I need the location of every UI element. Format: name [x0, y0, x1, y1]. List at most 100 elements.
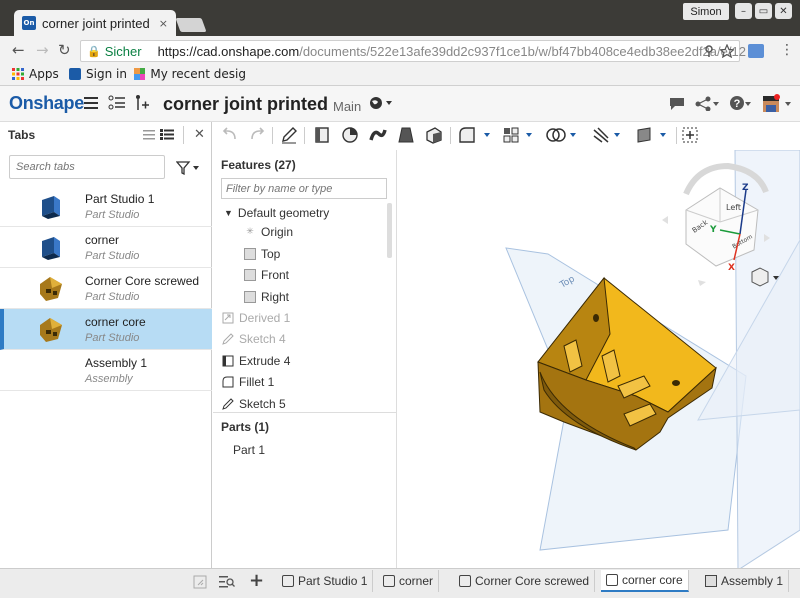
browser-profile-chip[interactable]: Simon	[683, 3, 729, 20]
feature-origin[interactable]: ✳ Origin	[244, 225, 293, 239]
comment-icon[interactable]	[668, 96, 686, 111]
panel-resize-icon[interactable]	[193, 575, 207, 589]
default-geometry-label: Default geometry	[237, 206, 330, 220]
key-icon[interactable]	[703, 45, 715, 57]
share-icon[interactable]	[695, 96, 721, 111]
address-bar[interactable]: 🔒 Sicher https://cad.onshape.com /docume…	[80, 40, 746, 62]
sketch-pencil-icon[interactable]	[280, 126, 298, 144]
tab-name: Assembly 1	[85, 356, 148, 370]
user-avatar[interactable]	[761, 94, 795, 114]
feature-extrude-4[interactable]: Extrude 4	[222, 354, 290, 368]
bottom-tab-assembly-1[interactable]: Assembly 1	[700, 570, 790, 592]
close-panel-icon[interactable]: ✕	[194, 127, 205, 142]
bottom-tab-corner-core-screwed[interactable]: Corner Core screwed	[454, 570, 596, 592]
undo-icon[interactable]	[221, 126, 239, 144]
new-tab-button[interactable]	[175, 18, 207, 32]
default-geometry-toggle[interactable]: ▼ Default geometry	[224, 206, 329, 220]
hamburger-menu-icon[interactable]	[84, 97, 98, 109]
tab-part-studio-1[interactable]: Part Studio 1 Part Studio	[0, 186, 212, 227]
extrude-icon[interactable]	[313, 126, 331, 144]
bookmark-sign-in-label: Sign in	[86, 67, 127, 81]
origin-icon: ✳	[246, 226, 254, 236]
part-hole	[593, 314, 599, 322]
branch-label[interactable]: Main	[333, 99, 361, 114]
tab-corner-core-screwed[interactable]: Corner Core screwed Part Studio	[0, 268, 212, 309]
view-cube-face-left[interactable]: Left	[726, 203, 741, 212]
pattern-icon[interactable]	[502, 126, 536, 144]
star-icon[interactable]	[720, 44, 734, 58]
feature-fillet-1[interactable]: Fillet 1	[222, 375, 274, 389]
close-window-icon[interactable]: ✕	[775, 3, 792, 19]
revolve-icon[interactable]	[341, 126, 359, 144]
bottom-tab-corner-core[interactable]: corner core	[601, 570, 689, 592]
extrude-icon	[222, 355, 234, 367]
feature-sketch-4[interactable]: Sketch 4	[222, 332, 286, 346]
rotate-left-arrow-icon[interactable]	[662, 216, 668, 224]
extension-icon[interactable]	[748, 44, 764, 58]
part-studio-icon	[459, 575, 471, 587]
feature-list-icon[interactable]	[108, 95, 126, 111]
add-custom-feature-icon[interactable]	[681, 126, 699, 144]
rotate-down-arrow-icon[interactable]	[698, 280, 706, 286]
minimize-icon[interactable]: –	[735, 3, 752, 19]
tab-corner-core[interactable]: corner core Part Studio	[0, 309, 212, 350]
feature-label: Sketch 5	[239, 397, 286, 411]
feature-label: Derived 1	[239, 311, 291, 325]
features-count-title: Features (27)	[221, 158, 296, 172]
search-tabs-input[interactable]	[9, 155, 165, 179]
add-tab-button[interactable]: +	[249, 570, 264, 591]
feature-sketch-5[interactable]: Sketch 5	[222, 397, 286, 411]
list-view-icon[interactable]	[143, 130, 155, 140]
feature-right-plane[interactable]: Right	[244, 290, 289, 304]
feature-derived-1[interactable]: Derived 1	[222, 311, 290, 325]
loft-icon[interactable]	[397, 126, 415, 144]
browser-tab-title: corner joint printed	[42, 15, 150, 31]
plane-icon[interactable]	[636, 126, 670, 144]
boolean-icon[interactable]	[546, 126, 584, 144]
tab-type: Part Studio	[85, 209, 140, 221]
tabs-panel-footer	[0, 568, 212, 598]
tab-assembly-1[interactable]: Assembly 1 Assembly	[0, 350, 212, 391]
onshape-logo[interactable]: Onshape	[9, 93, 84, 114]
bookmark-recent-designs[interactable]: My recent desig	[134, 67, 246, 81]
part-studio-icon	[606, 574, 618, 586]
graphics-viewport[interactable]: Top Left Back Bottom Z Y X	[398, 150, 800, 568]
globe-icon[interactable]	[369, 96, 393, 110]
sketch-icon	[222, 398, 234, 410]
help-icon[interactable]: ?	[729, 95, 751, 112]
bookmark-apps[interactable]: Apps	[12, 67, 59, 81]
sweep-icon[interactable]	[369, 126, 387, 144]
tab-corner[interactable]: corner Part Studio	[0, 227, 212, 268]
feature-filter-input[interactable]	[221, 178, 387, 199]
insert-icon[interactable]	[134, 94, 150, 112]
reload-icon[interactable]: ↻	[58, 41, 71, 59]
part-1-item[interactable]: Part 1	[233, 443, 265, 457]
redo-icon[interactable]	[248, 126, 266, 144]
tab-name: corner	[85, 233, 120, 247]
back-arrow-icon[interactable]: ←	[12, 41, 25, 59]
document-title[interactable]: corner joint printed	[163, 94, 328, 115]
part-studio-icon	[282, 575, 294, 587]
menu-kebab-icon[interactable]: ⋮	[780, 42, 794, 58]
bottom-tab-part-studio-1[interactable]: Part Studio 1	[277, 570, 374, 592]
detail-view-icon[interactable]	[160, 129, 174, 140]
thicken-icon[interactable]	[425, 126, 443, 144]
maximize-icon[interactable]: ▭	[755, 3, 772, 19]
browser-tab[interactable]: On corner joint printed ×	[14, 10, 176, 36]
bottom-tab-corner[interactable]: corner	[378, 570, 440, 592]
toolbar-divider	[676, 127, 677, 144]
fillet-icon[interactable]	[458, 126, 492, 144]
close-tab-icon[interactable]: ×	[159, 17, 168, 30]
forward-arrow-icon[interactable]: →	[36, 41, 49, 59]
part-studio-thumbnail	[40, 277, 62, 301]
bookmark-apps-label: Apps	[29, 67, 59, 81]
bookmark-sign-in[interactable]: Sign in	[69, 67, 127, 81]
model-scene[interactable]: Top Left Back Bottom Z Y X	[398, 150, 800, 568]
feature-top-plane[interactable]: Top	[244, 247, 280, 261]
feature-front-plane[interactable]: Front	[244, 268, 289, 282]
parts-count-title: Parts (1)	[221, 420, 270, 434]
split-icon[interactable]	[592, 126, 626, 144]
feature-list-scrollbar[interactable]	[387, 203, 392, 258]
filter-icon[interactable]	[176, 161, 200, 175]
tab-manager-icon[interactable]	[219, 575, 235, 589]
